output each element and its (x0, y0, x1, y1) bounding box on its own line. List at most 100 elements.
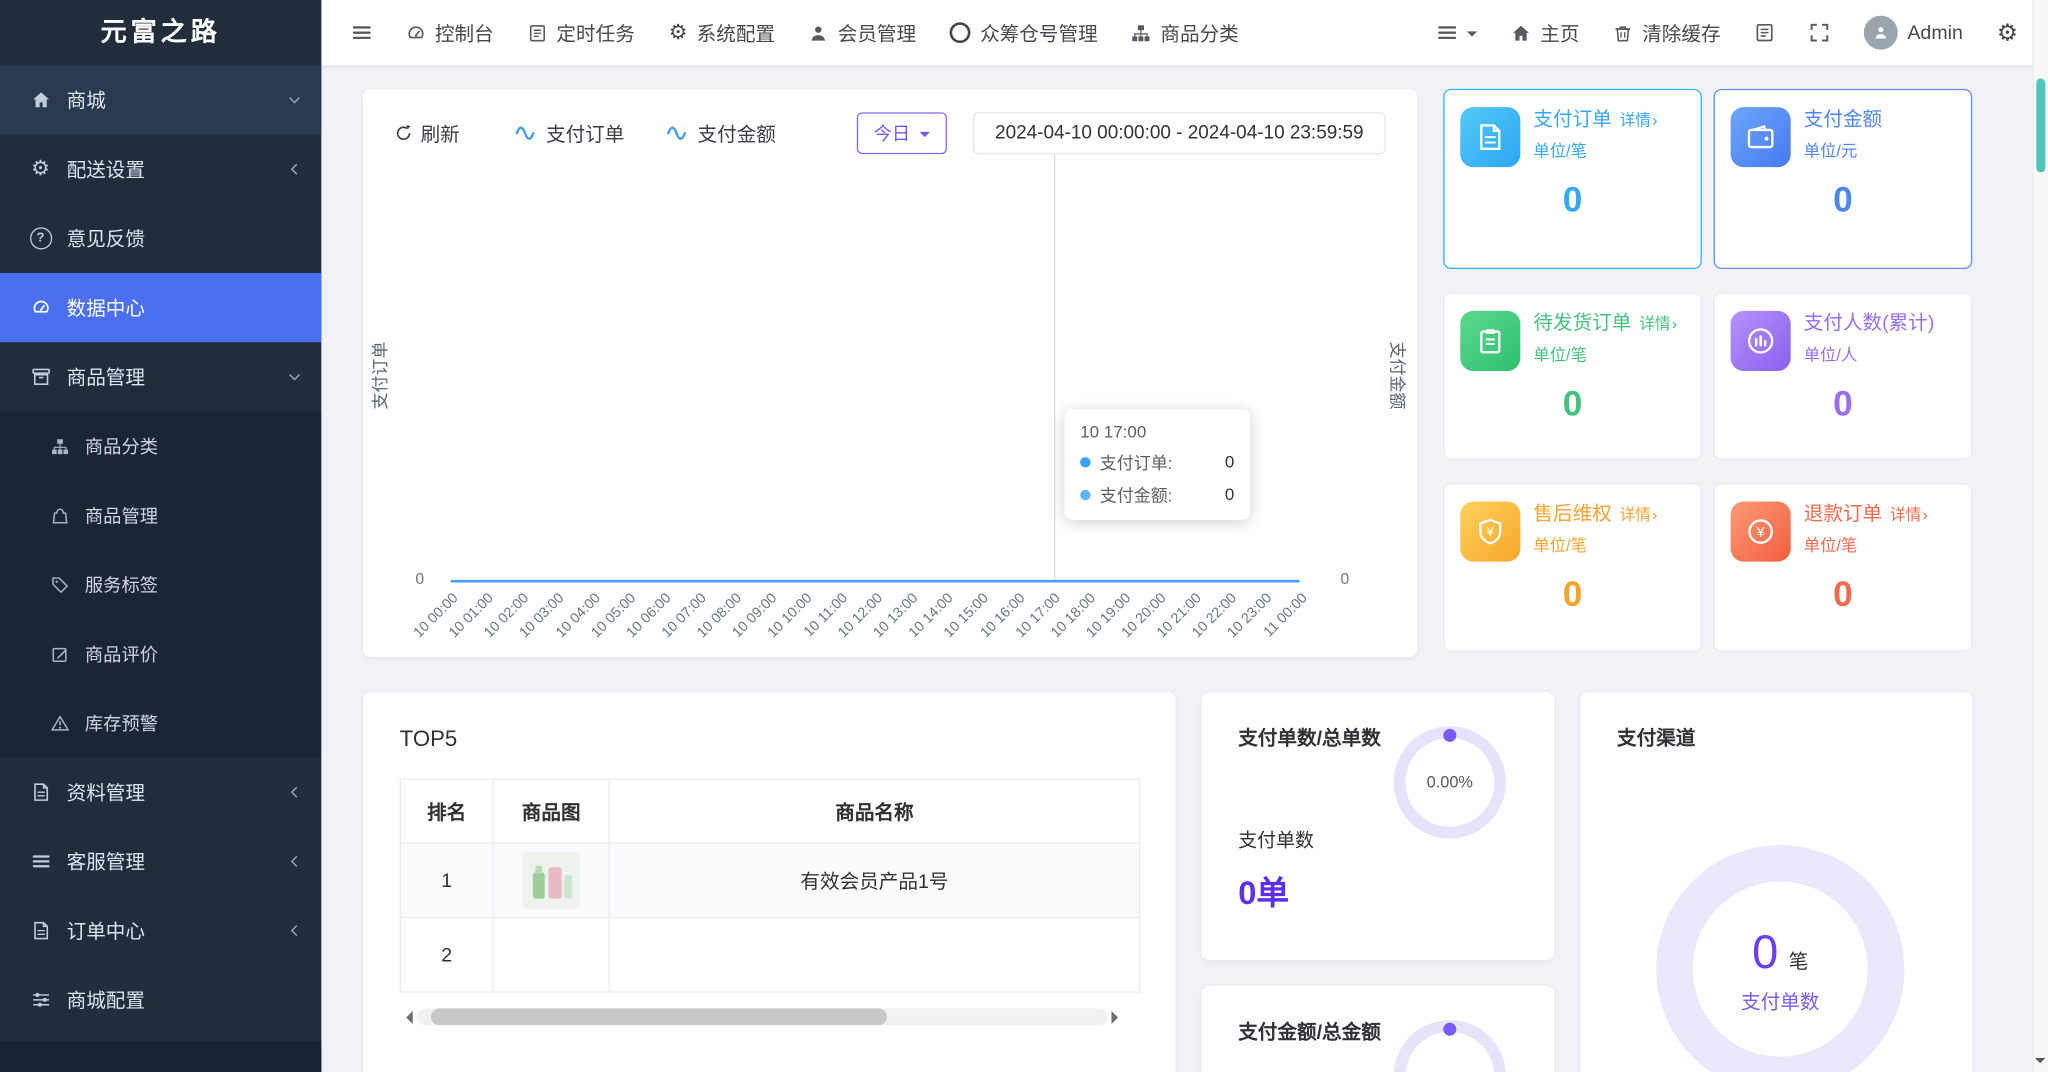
sidebar-item-product-management[interactable]: 商品管理 (0, 342, 321, 411)
file-icon (26, 782, 55, 802)
stat-value: 0 (1562, 383, 1583, 424)
detail-link[interactable]: 详情 (1890, 505, 1928, 525)
nav-member-management[interactable]: 会员管理 (792, 0, 933, 65)
stat-card-pay-amount[interactable]: 支付金额 单位/元 0 (1713, 88, 1973, 270)
sidebar-item-mall-config[interactable]: 商城配置 (0, 965, 321, 1034)
page-scrollbar[interactable] (2032, 0, 2048, 1072)
top5-panel: TOP5 排名 商品图 商品名称 1 有效会员产品1号 2 (363, 692, 1176, 1072)
tabs-dropdown[interactable] (1420, 0, 1494, 65)
sidebar-item-data-management[interactable]: 资料管理 (0, 758, 321, 827)
nav-crowdfund-management[interactable]: 众筹仓号管理 (933, 0, 1115, 65)
shield-icon (1460, 501, 1521, 562)
scrollbar-thumb[interactable] (430, 1008, 887, 1026)
stat-card-refund-orders[interactable]: 退款订单详情 单位/笔 0 (1713, 483, 1973, 652)
legend-pay-orders[interactable]: 支付订单 (515, 120, 624, 147)
submenu-item-stock-alert[interactable]: 库存预警 (0, 688, 321, 757)
avatar (1864, 15, 1899, 50)
sidebar-item-delivery-settings[interactable]: 配送设置 (0, 135, 321, 204)
chevron-left-icon (287, 162, 301, 176)
scroll-down-arrow-icon[interactable] (2034, 1057, 2046, 1068)
panel-title: 支付单数/总单数 (1238, 727, 1381, 750)
trash-icon (1613, 23, 1633, 43)
series-dot-icon (1080, 456, 1091, 467)
sidebar-item-customer-service[interactable]: 客服管理 (0, 827, 321, 896)
nav-system-config[interactable]: 系统配置 (652, 0, 792, 65)
dashboard-icon (406, 23, 426, 43)
stat-value: 0 (1833, 383, 1853, 424)
nav-homepage[interactable]: 主页 (1495, 0, 1597, 65)
sidebar-item-data-center[interactable]: 数据中心 (0, 272, 322, 343)
nav-product-categories[interactable]: 商品分类 (1115, 0, 1256, 65)
horizontal-scrollbar[interactable] (400, 1008, 1125, 1026)
sidebar-toggle[interactable] (334, 0, 389, 65)
list-icon (528, 23, 548, 43)
file-icon (1460, 107, 1521, 168)
y-axis-right-label: 支付金额 (1387, 341, 1408, 410)
chevron-left-icon (287, 785, 301, 799)
submenu-item-product-reviews[interactable]: 商品评价 (0, 619, 321, 688)
submenu-item-product-categories[interactable]: 商品分类 (0, 411, 321, 480)
sidebar-menu: 商城 配送设置 意见反馈 数据中心 商品管理 (0, 65, 322, 1034)
caret-down-icon (919, 131, 930, 142)
chevron-down-icon (287, 93, 301, 107)
y-axis-left-label: 支付订单 (370, 341, 390, 410)
stat-card-pending-shipments[interactable]: 待发货订单详情 单位/笔 0 (1443, 292, 1702, 460)
series-dot-icon (1080, 489, 1091, 500)
detail-link[interactable]: 详情 (1639, 315, 1677, 335)
table-header-row: 排名 商品图 商品名称 (399, 778, 1141, 844)
gear-icon (1997, 20, 2018, 45)
sidebar-footer (0, 1040, 322, 1072)
detail-link[interactable]: 详情 (1620, 111, 1658, 131)
chevron-left-icon (287, 854, 301, 868)
column-rank: 排名 (399, 778, 494, 844)
scrollbar-track[interactable] (416, 1008, 1108, 1026)
sitemap-icon (47, 437, 73, 455)
sidebar-item-mall[interactable]: 商城 (0, 65, 322, 135)
scroll-right-arrow-icon[interactable] (1111, 1010, 1125, 1024)
language-button[interactable] (1738, 0, 1793, 65)
sidebar: 元富之路 商城 配送设置 意见反馈 数据中心 商品管理 (0, 0, 322, 1072)
dashboard-icon (26, 298, 55, 318)
submenu-item-product-management[interactable]: 商品管理 (0, 481, 321, 550)
fullscreen-button[interactable] (1792, 0, 1847, 65)
nav-scheduled-tasks[interactable]: 定时任务 (511, 0, 652, 65)
detail-link[interactable]: 详情 (1620, 505, 1658, 525)
stat-card-after-sales[interactable]: 售后维权详情 单位/笔 0 (1443, 483, 1702, 652)
archive-icon (26, 367, 55, 387)
stat-card-pay-orders[interactable]: 支付订单详情 单位/笔 0 (1443, 88, 1702, 270)
question-icon (29, 227, 52, 250)
app: 元富之路 商城 配送设置 意见反馈 数据中心 商品管理 (0, 0, 2048, 1072)
gear-icon (26, 159, 55, 180)
pay-amount-panel: 支付金额/总金额 (1201, 986, 1555, 1072)
nav-console[interactable]: 控制台 (389, 0, 510, 65)
stat-value: 0 (1562, 574, 1583, 614)
channel-unit: 笔 (1788, 950, 1809, 973)
x-axis-labels: 10 00:00 10 01:00 10 02:00 10 03:00 10 04:00… (411, 590, 1311, 642)
chart-bar-icon (1730, 310, 1791, 371)
legend-pay-amount[interactable]: 支付金额 (666, 120, 776, 147)
tag-icon (47, 575, 73, 593)
hover-line (1054, 154, 1056, 582)
gauge-marker-icon (1443, 728, 1457, 742)
sliders-icon (26, 990, 55, 1010)
sidebar-item-feedback[interactable]: 意见反馈 (0, 204, 321, 273)
y-axis-zero-left: 0 (415, 569, 425, 588)
date-range-input[interactable]: 2024-04-10 00:00:00 - 2024-04-10 23:59:5… (972, 112, 1386, 155)
settings-button[interactable] (1980, 0, 2035, 65)
clear-cache-button[interactable]: 清除缓存 (1596, 0, 1737, 65)
line-series-icon (666, 121, 690, 145)
plot-area[interactable]: 10 00:00 10 01:00 10 02:00 10 03:00 10 04:00… (411, 154, 1311, 641)
period-select[interactable]: 今日 (856, 112, 947, 155)
user-menu[interactable]: Admin (1847, 0, 1980, 65)
refresh-button[interactable]: 刷新 (394, 120, 460, 147)
scrollbar-thumb[interactable] (2036, 78, 2046, 173)
gauge-percent: 0.00% (1426, 773, 1473, 792)
language-icon (1755, 22, 1776, 43)
y-axis-zero-right: 0 (1340, 569, 1350, 588)
scroll-left-arrow-icon[interactable] (400, 1010, 413, 1024)
table-row: 1 有效会员产品1号 (399, 842, 1141, 919)
submenu-item-service-tags[interactable]: 服务标签 (0, 550, 321, 619)
sidebar-item-order-center[interactable]: 订单中心 (0, 896, 321, 965)
column-image: 商品图 (492, 778, 610, 844)
stat-card-payers-total[interactable]: 支付人数(累计) 单位/人 0 (1713, 292, 1973, 460)
